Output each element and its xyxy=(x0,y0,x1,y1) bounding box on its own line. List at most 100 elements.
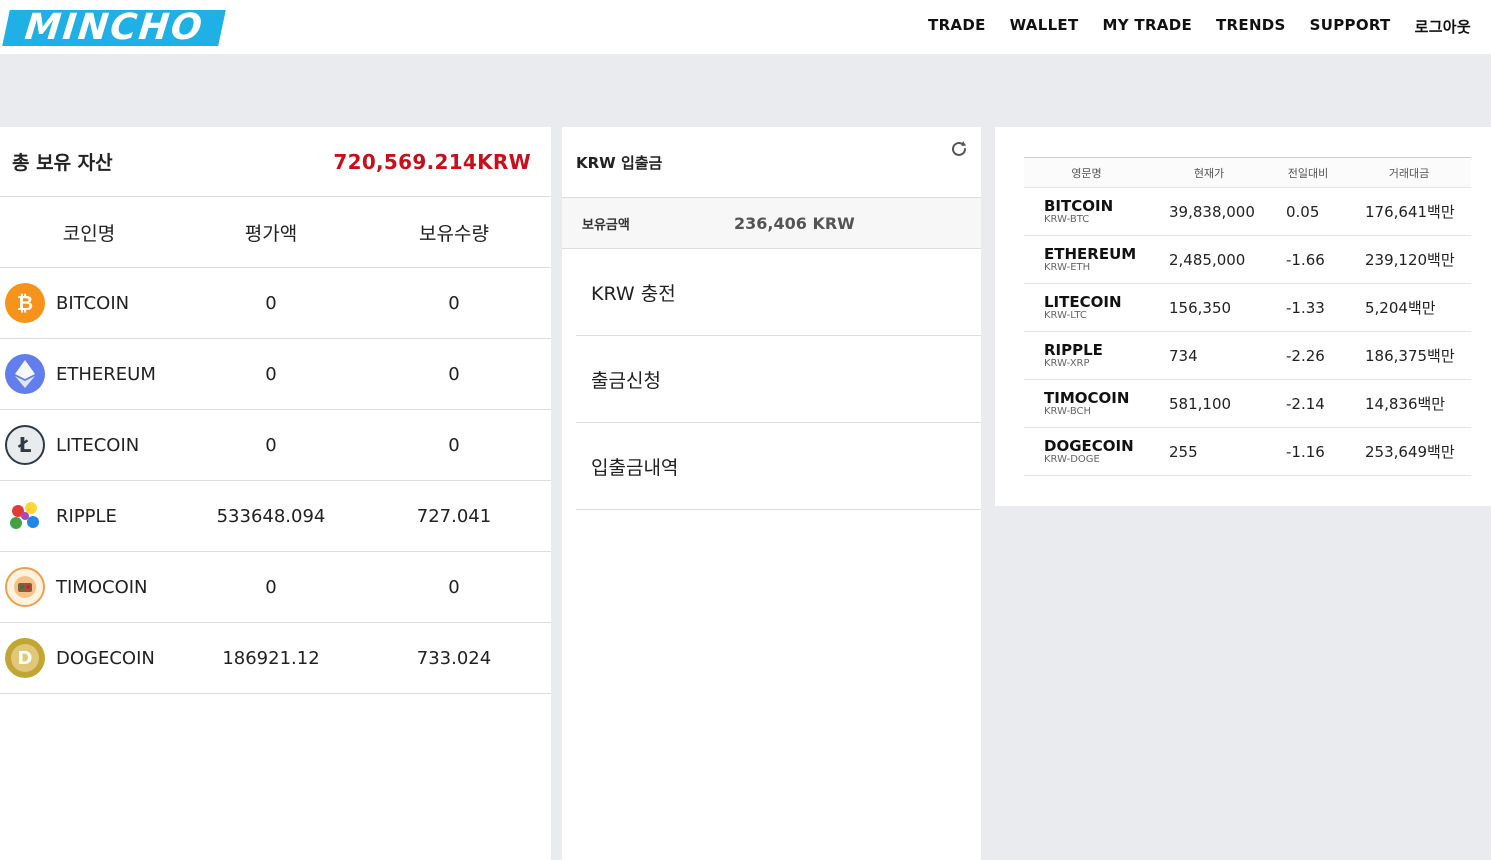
asset-name-cell: RIPPLE xyxy=(0,496,178,536)
krw-panel: KRW 입출금 보유금액 236,406 KRW KRW 충전 출금신청 입출금… xyxy=(562,127,981,860)
logo-text: MINCHO xyxy=(22,7,206,48)
nav-support[interactable]: SUPPORT xyxy=(1310,16,1391,37)
asset-qty: 727.041 xyxy=(416,505,492,527)
asset-row-litecoin[interactable]: Ł LITECOIN 0 0 xyxy=(0,410,551,481)
market-volume: 253,649백만 xyxy=(1365,443,1455,461)
market-volume: 239,120백만 xyxy=(1365,251,1455,269)
nav-my-trade[interactable]: MY TRADE xyxy=(1103,16,1193,37)
assets-panel: 총 보유 자산 720,569.214KRW 코인명 평가액 보유수량 ₿ BI… xyxy=(0,127,551,860)
market-coin-cell: LITECOIN KRW-LTC xyxy=(1024,294,1164,321)
market-change: -1.66 xyxy=(1286,250,1325,269)
market-coin-name: BITCOIN xyxy=(1044,197,1114,215)
asset-eval: 0 xyxy=(265,292,277,314)
asset-row-ripple[interactable]: RIPPLE 533648.094 727.041 xyxy=(0,481,551,552)
market-coin-cell: RIPPLE KRW-XRP xyxy=(1024,342,1164,369)
asset-row-ethereum[interactable]: ETHEREUM 0 0 xyxy=(0,339,551,410)
dogecoin-icon: D xyxy=(5,638,45,678)
withdraw-request-button[interactable]: 출금신청 xyxy=(576,336,981,423)
refresh-icon[interactable] xyxy=(949,139,969,159)
market-pair: KRW-LTC xyxy=(1044,310,1087,321)
nav-logout[interactable]: 로그아웃 xyxy=(1415,16,1471,37)
asset-name: RIPPLE xyxy=(56,505,117,527)
asset-eval: 0 xyxy=(265,576,277,598)
asset-row-timocoin[interactable]: TIMOCOIN 0 0 xyxy=(0,552,551,623)
asset-eval: 0 xyxy=(265,363,277,385)
asset-eval: 533648.094 xyxy=(216,505,326,527)
nav-wallet[interactable]: WALLET xyxy=(1010,16,1079,37)
market-pair: KRW-XRP xyxy=(1044,358,1090,369)
nav-trends[interactable]: TRENDS xyxy=(1216,16,1286,37)
col-english-name: 영문명 xyxy=(1071,166,1102,180)
market-row[interactable]: ETHEREUM KRW-ETH 2,485,000 -1.66 239,120… xyxy=(1024,236,1471,284)
main-nav: TRADE WALLET MY TRADE TRENDS SUPPORT 로그아… xyxy=(928,16,1471,37)
market-pair: KRW-BCH xyxy=(1044,406,1092,417)
asset-qty: 0 xyxy=(448,434,460,456)
market-price: 2,485,000 xyxy=(1169,250,1246,269)
krw-title: KRW 입출금 xyxy=(576,153,663,172)
market-coin-cell: DOGECOIN KRW-DOGE xyxy=(1024,438,1164,465)
krw-menu: KRW 충전 출금신청 입출금내역 xyxy=(576,249,981,510)
asset-name-cell: Ł LITECOIN xyxy=(0,425,178,465)
market-coin-cell: ETHEREUM KRW-ETH xyxy=(1024,246,1164,273)
col-qty: 보유수량 xyxy=(419,222,489,245)
market-coin-cell: BITCOIN KRW-BTC xyxy=(1024,198,1164,225)
asset-name-cell: ₿ BITCOIN xyxy=(0,283,178,323)
market-row[interactable]: LITECOIN KRW-LTC 156,350 -1.33 5,204백만 xyxy=(1024,284,1471,332)
krw-deposit-button[interactable]: KRW 충전 xyxy=(576,249,981,336)
market-panel: 영문명 현재가 전일대비 거래대금 BITCOIN KRW-BTC 39,838… xyxy=(995,127,1491,506)
asset-name: BITCOIN xyxy=(56,292,130,314)
market-coin-name: TIMOCOIN xyxy=(1044,389,1130,407)
col-current-price: 현재가 xyxy=(1193,166,1225,180)
market-volume: 176,641백만 xyxy=(1365,203,1455,221)
asset-row-bitcoin[interactable]: ₿ BITCOIN 0 0 xyxy=(0,268,551,339)
col-eval: 평가액 xyxy=(244,222,298,245)
asset-name-cell: TIMOCOIN xyxy=(0,567,178,607)
market-price: 156,350 xyxy=(1169,298,1232,317)
col-coin-name: 코인명 xyxy=(62,222,116,245)
market-coin-cell: TIMOCOIN KRW-BCH xyxy=(1024,390,1164,417)
transaction-history-button[interactable]: 입출금내역 xyxy=(576,423,981,510)
top-header: MINCHO TRADE WALLET MY TRADE TRENDS SUPP… xyxy=(0,0,1491,54)
market-pair: KRW-ETH xyxy=(1044,262,1091,273)
assets-title: 총 보유 자산 xyxy=(12,152,113,174)
asset-qty: 733.024 xyxy=(416,647,492,669)
asset-eval: 0 xyxy=(265,434,277,456)
market-price: 581,100 xyxy=(1169,394,1232,413)
market-change: -1.16 xyxy=(1286,442,1325,461)
asset-row-dogecoin[interactable]: D DOGECOIN 186921.12 733.024 xyxy=(0,623,551,694)
litecoin-icon: Ł xyxy=(5,425,45,465)
market-coin-name: ETHEREUM xyxy=(1044,245,1137,263)
balance-label: 보유금액 xyxy=(582,217,630,233)
nav-trade[interactable]: TRADE xyxy=(928,16,986,37)
col-volume: 거래대금 xyxy=(1388,166,1430,180)
market-price: 734 xyxy=(1169,346,1198,365)
asset-name: LITECOIN xyxy=(56,434,140,456)
market-coin-name: LITECOIN xyxy=(1044,293,1122,311)
col-change: 전일대비 xyxy=(1287,166,1329,180)
market-coin-name: RIPPLE xyxy=(1044,341,1103,359)
krw-balance-row: 보유금액 236,406 KRW xyxy=(562,198,981,249)
market-row[interactable]: TIMOCOIN KRW-BCH 581,100 -2.14 14,836백만 xyxy=(1024,380,1471,428)
asset-qty: 0 xyxy=(448,363,460,385)
market-row[interactable]: RIPPLE KRW-XRP 734 -2.26 186,375백만 xyxy=(1024,332,1471,380)
market-volume: 5,204백만 xyxy=(1365,299,1436,317)
market-change: -2.14 xyxy=(1286,394,1325,413)
asset-name: TIMOCOIN xyxy=(56,576,148,598)
balance-value: 236,406 KRW xyxy=(734,213,855,233)
market-volume: 14,836백만 xyxy=(1365,395,1446,413)
market-row[interactable]: BITCOIN KRW-BTC 39,838,000 0.05 176,641백… xyxy=(1024,188,1471,236)
market-volume: 186,375백만 xyxy=(1365,347,1455,365)
market-coin-name: DOGECOIN xyxy=(1044,437,1134,455)
market-change: 0.05 xyxy=(1286,202,1320,221)
market-pair: KRW-DOGE xyxy=(1044,454,1100,465)
ethereum-icon xyxy=(5,354,45,394)
market-price: 39,838,000 xyxy=(1169,202,1255,221)
mincho-logo[interactable]: MINCHO xyxy=(2,7,226,48)
asset-eval: 186921.12 xyxy=(222,647,320,669)
ripple-icon xyxy=(5,496,45,536)
market-row[interactable]: DOGECOIN KRW-DOGE 255 -1.16 253,649백만 xyxy=(1024,428,1471,476)
assets-total-value: 720,569.214KRW xyxy=(333,149,531,174)
assets-header: 총 보유 자산 720,569.214KRW xyxy=(0,127,551,197)
bitcoin-icon: ₿ xyxy=(5,283,45,323)
market-change: -1.33 xyxy=(1286,298,1325,317)
